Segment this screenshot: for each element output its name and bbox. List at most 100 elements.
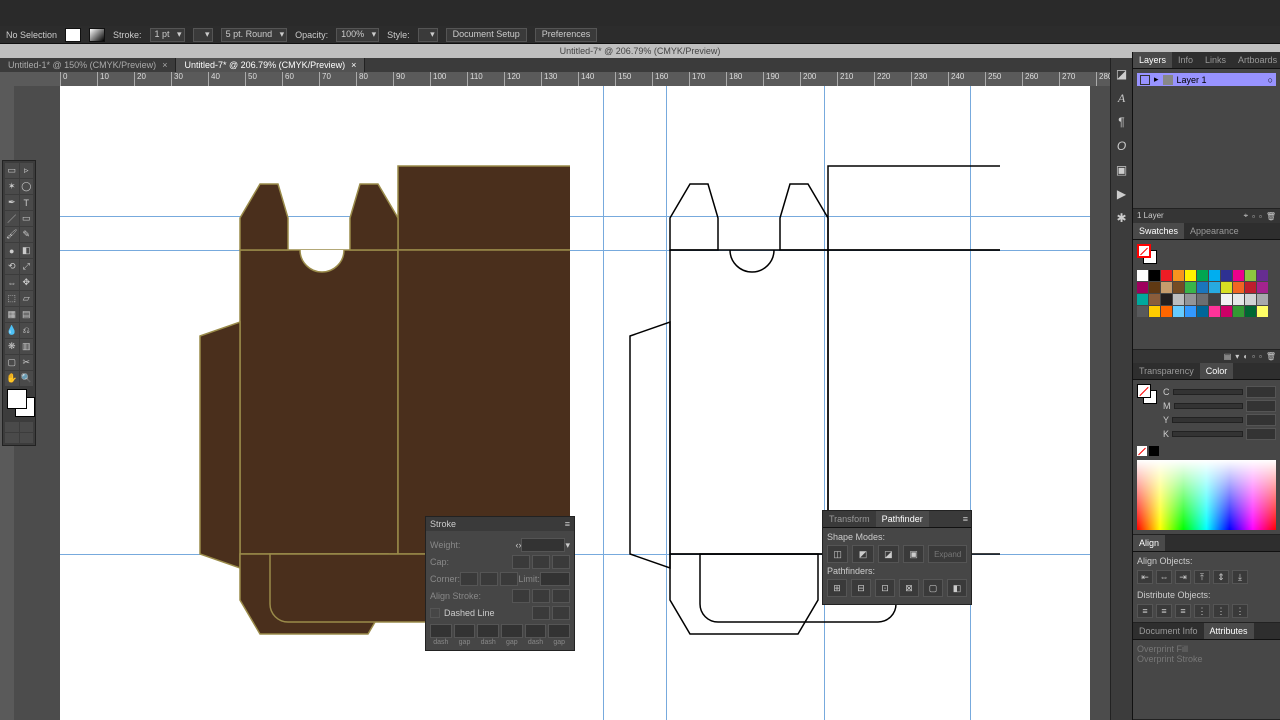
tab-swatches[interactable]: Swatches [1133, 223, 1184, 239]
weight-input[interactable] [521, 538, 565, 552]
tab-pathfinder[interactable]: Pathfinder [876, 511, 929, 527]
tab-transform[interactable]: Transform [823, 511, 876, 527]
color-swatch[interactable] [1197, 294, 1208, 305]
dist-vcenter-icon[interactable]: ≡ [1156, 604, 1172, 618]
color-swatch[interactable] [1221, 282, 1232, 293]
delete-icon[interactable]: 🗑 [1266, 352, 1276, 361]
direct-selection-tool[interactable]: ▹ [20, 163, 34, 178]
slice-tool[interactable]: ✂ [20, 355, 34, 370]
corner-miter[interactable] [460, 572, 478, 586]
color-spectrum[interactable] [1137, 460, 1276, 530]
new-sublayer-icon[interactable]: ▫ [1252, 212, 1255, 221]
dist-top-icon[interactable]: ≡ [1137, 604, 1153, 618]
transform-panel-icon[interactable]: ▣ [1114, 162, 1130, 178]
disclosure-icon[interactable]: ▸ [1154, 74, 1159, 85]
unite-icon[interactable]: ◫ [827, 545, 848, 563]
none-swatch[interactable] [1137, 446, 1147, 456]
eyedropper-tool[interactable]: 💧 [5, 323, 19, 338]
dist-hcenter-icon[interactable]: ⋮ [1213, 604, 1229, 618]
tab-align[interactable]: Align [1133, 535, 1165, 551]
overprint-fill-option[interactable]: Overprint Fill [1137, 644, 1276, 654]
fill-stroke-mini[interactable] [1137, 244, 1159, 266]
screen-mode[interactable] [5, 433, 19, 443]
color-swatch[interactable] [1245, 294, 1256, 305]
hand-tool[interactable]: ✋ [5, 371, 19, 386]
panel-menu-icon[interactable]: ≡ [565, 519, 570, 529]
stroke-swatch[interactable] [89, 28, 105, 42]
layer-row[interactable]: ▸ Layer 1 ○ [1137, 73, 1276, 86]
color-swatch[interactable] [1149, 282, 1160, 293]
color-swatch[interactable] [1173, 294, 1184, 305]
free-transform-tool[interactable]: ✥ [20, 275, 34, 290]
minus-front-icon[interactable]: ◩ [852, 545, 873, 563]
color-swatch[interactable] [1185, 306, 1196, 317]
gradient-mode[interactable] [20, 422, 34, 432]
cap-butt[interactable] [512, 555, 530, 569]
color-swatch[interactable] [1233, 294, 1244, 305]
color-swatch[interactable] [1209, 306, 1220, 317]
pencil-tool[interactable]: ✎ [20, 227, 34, 242]
zoom-tool[interactable]: 🔍 [20, 371, 34, 386]
paragraph-panel-icon[interactable]: ¶ [1114, 114, 1130, 130]
type-tool[interactable]: T [20, 195, 34, 210]
dash-align[interactable] [552, 606, 570, 620]
preferences-button[interactable]: Preferences [535, 28, 598, 42]
color-swatch[interactable] [1197, 282, 1208, 293]
color-swatch[interactable] [1233, 282, 1244, 293]
dash-2[interactable] [477, 624, 499, 638]
color-swatch[interactable] [1245, 270, 1256, 281]
corner-bevel[interactable] [500, 572, 518, 586]
color-mode[interactable] [5, 422, 19, 432]
dash-3[interactable] [525, 624, 547, 638]
color-panel-icon[interactable]: ◪ [1114, 66, 1130, 82]
brush-dropdown[interactable]: 5 pt. Round [221, 28, 288, 42]
cap-square[interactable] [552, 555, 570, 569]
align-vcenter-icon[interactable]: ⇕ [1213, 570, 1229, 584]
cap-round[interactable] [532, 555, 550, 569]
color-swatch[interactable] [1257, 294, 1268, 305]
color-swatch[interactable] [1161, 306, 1172, 317]
dashed-checkbox[interactable] [430, 608, 440, 618]
actions-panel-icon[interactable]: ▶ [1114, 186, 1130, 202]
brush-tool[interactable]: 🖌 [5, 227, 19, 242]
new-swatch-icon[interactable]: ▫ [1259, 352, 1262, 361]
document-tab[interactable]: Untitled-1* @ 150% (CMYK/Preview)× [0, 58, 176, 72]
tab-attributes[interactable]: Attributes [1204, 623, 1254, 639]
gap-1[interactable] [454, 624, 476, 638]
dash-1[interactable] [430, 624, 452, 638]
new-layer-icon[interactable]: ▫ [1259, 212, 1262, 221]
visibility-icon[interactable] [1140, 75, 1150, 85]
minus-back-icon[interactable]: ◧ [947, 579, 967, 597]
color-swatch[interactable] [1233, 270, 1244, 281]
color-swatch[interactable] [1209, 294, 1220, 305]
align-inside[interactable] [532, 589, 550, 603]
merge-icon[interactable]: ⊡ [875, 579, 895, 597]
color-swatch[interactable] [1185, 270, 1196, 281]
align-center[interactable] [512, 589, 530, 603]
align-top-icon[interactable]: ⤒ [1194, 570, 1210, 584]
symbol-sprayer-tool[interactable]: ❋ [5, 339, 19, 354]
gap-3[interactable] [548, 624, 570, 638]
color-swatch[interactable] [1245, 306, 1256, 317]
color-swatch[interactable] [1197, 270, 1208, 281]
opentype-panel-icon[interactable]: O [1114, 138, 1130, 154]
fill-stroke-swatch[interactable] [5, 387, 33, 421]
graph-tool[interactable]: ▥ [20, 339, 34, 354]
color-swatch[interactable] [1221, 294, 1232, 305]
rectangle-tool[interactable]: ▭ [20, 211, 34, 226]
color-swatch[interactable] [1209, 270, 1220, 281]
rotate-tool[interactable]: ⟲ [5, 259, 19, 274]
fill-stroke-mini[interactable] [1137, 384, 1159, 406]
stroke-panel[interactable]: Stroke≡ Weight:‹›▾ Cap: Corner:Limit: Al… [425, 516, 575, 651]
var-width-dropdown[interactable] [193, 28, 213, 42]
color-swatch[interactable] [1161, 282, 1172, 293]
align-outside[interactable] [552, 589, 570, 603]
align-bottom-icon[interactable]: ⤓ [1232, 570, 1248, 584]
tab-document-info[interactable]: Document Info [1133, 623, 1204, 639]
symbols-panel-icon[interactable]: ✱ [1114, 210, 1130, 226]
tab-links[interactable]: Links [1199, 52, 1232, 68]
crop-icon[interactable]: ⊠ [899, 579, 919, 597]
outline-icon[interactable]: ▢ [923, 579, 943, 597]
opacity-dropdown[interactable]: 100% [336, 28, 379, 42]
tab-layers[interactable]: Layers [1133, 52, 1172, 68]
